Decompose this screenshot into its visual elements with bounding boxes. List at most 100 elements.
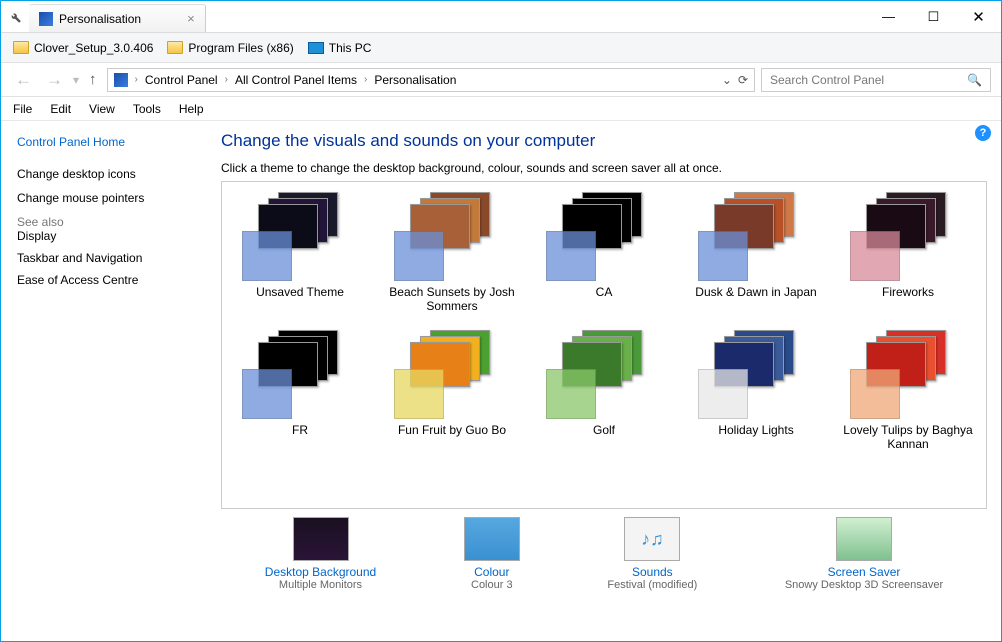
theme-item[interactable]: Lovely Tulips by Baghya Kannan <box>836 326 980 458</box>
navigation-row: ← → ▾ ↑ › Control Panel › All Control Pa… <box>1 63 1001 97</box>
sounds-setting[interactable]: ♪♫ Sounds Festival (modified) <box>607 517 697 591</box>
setting-value: Colour 3 <box>464 579 520 591</box>
bookmark-label: Program Files (x86) <box>188 41 293 55</box>
theme-name: Beach Sunsets by Josh Sommers <box>380 285 524 313</box>
back-button[interactable]: ← <box>11 70 36 90</box>
bookmark-label: Clover_Setup_3.0.406 <box>34 41 153 55</box>
setting-label: Screen Saver <box>785 565 943 579</box>
folder-icon <box>13 41 29 54</box>
theme-name: Lovely Tulips by Baghya Kannan <box>836 423 980 451</box>
wrench-icon[interactable] <box>1 1 29 32</box>
theme-thumbnail <box>228 326 372 421</box>
screensaver-icon <box>836 517 892 561</box>
minimize-button[interactable]: — <box>866 1 911 32</box>
breadcrumb[interactable]: All Control Panel Items <box>235 73 357 87</box>
folder-icon <box>167 41 183 54</box>
up-button[interactable]: ↑ <box>85 71 101 88</box>
chevron-right-icon: › <box>223 74 230 85</box>
search-placeholder: Search Control Panel <box>770 73 884 87</box>
bookmark-label: This PC <box>329 41 372 55</box>
screen-saver-setting[interactable]: Screen Saver Snowy Desktop 3D Screensave… <box>785 517 943 591</box>
theme-item[interactable]: Beach Sunsets by Josh Sommers <box>380 188 524 320</box>
theme-name: Fireworks <box>836 285 980 299</box>
content-area: Change the visuals and sounds on your co… <box>211 121 1001 641</box>
bookmark-item[interactable]: Program Files (x86) <box>167 41 293 55</box>
colour-icon <box>464 517 520 561</box>
theme-thumbnail <box>684 326 828 421</box>
theme-item[interactable]: FR <box>228 326 372 458</box>
address-bar-controls: ⌄ ⟳ <box>722 73 748 87</box>
themes-panel: Unsaved Theme Beach Sunsets by Josh Somme… <box>221 181 987 509</box>
theme-thumbnail <box>836 188 980 283</box>
breadcrumb[interactable]: Personalisation <box>374 73 456 87</box>
left-nav: Control Panel Home Change desktop icons … <box>1 121 211 641</box>
theme-item[interactable]: Fireworks <box>836 188 980 320</box>
close-button[interactable]: ✕ <box>956 1 1001 32</box>
control-panel-icon <box>39 12 53 26</box>
location-icon <box>114 73 128 87</box>
setting-value: Multiple Monitors <box>265 579 376 591</box>
theme-thumbnail <box>532 188 676 283</box>
maximize-button[interactable]: ☐ <box>911 1 956 32</box>
setting-value: Snowy Desktop 3D Screensaver <box>785 579 943 591</box>
browser-tab[interactable]: Personalisation × <box>29 4 206 32</box>
menu-view[interactable]: View <box>89 102 115 116</box>
window-controls: — ☐ ✕ <box>866 1 1001 32</box>
title-bar: Personalisation × — ☐ ✕ <box>1 1 1001 33</box>
see-also-link[interactable]: Ease of Access Centre <box>17 273 195 287</box>
forward-button: → <box>42 70 67 90</box>
theme-thumbnail <box>836 326 980 421</box>
bookmarks-bar: Clover_Setup_3.0.406 Program Files (x86)… <box>1 33 1001 63</box>
dropdown-icon[interactable]: ⌄ <box>722 73 732 87</box>
theme-item[interactable]: Golf <box>532 326 676 458</box>
address-bar[interactable]: › Control Panel › All Control Panel Item… <box>107 68 755 92</box>
menu-tools[interactable]: Tools <box>133 102 161 116</box>
colour-setting[interactable]: Colour Colour 3 <box>464 517 520 591</box>
see-also-link[interactable]: Taskbar and Navigation <box>17 251 195 265</box>
menu-bar: File Edit View Tools Help <box>1 97 1001 121</box>
theme-thumbnail <box>684 188 828 283</box>
see-also-link[interactable]: Display <box>17 229 195 243</box>
bookmark-item[interactable]: This PC <box>308 41 372 55</box>
theme-name: Unsaved Theme <box>228 285 372 299</box>
chevron-right-icon: › <box>362 74 369 85</box>
theme-item[interactable]: CA <box>532 188 676 320</box>
theme-thumbnail <box>228 188 372 283</box>
see-also-label: See also <box>17 215 64 229</box>
theme-item[interactable]: Holiday Lights <box>684 326 828 458</box>
menu-help[interactable]: Help <box>179 102 204 116</box>
menu-file[interactable]: File <box>13 102 32 116</box>
breadcrumb[interactable]: Control Panel <box>145 73 218 87</box>
setting-label: Colour <box>464 565 520 579</box>
setting-label: Sounds <box>607 565 697 579</box>
bookmark-item[interactable]: Clover_Setup_3.0.406 <box>13 41 153 55</box>
menu-edit[interactable]: Edit <box>50 102 71 116</box>
theme-item[interactable]: Dusk & Dawn in Japan <box>684 188 828 320</box>
tab-close-icon[interactable]: × <box>187 11 195 26</box>
desktop-background-setting[interactable]: Desktop Background Multiple Monitors <box>265 517 376 591</box>
chevron-right-icon: › <box>133 74 140 85</box>
theme-name: FR <box>228 423 372 437</box>
control-panel-home-link[interactable]: Control Panel Home <box>17 135 195 149</box>
sidebar-link[interactable]: Change desktop icons <box>17 167 195 181</box>
theme-item[interactable]: Unsaved Theme <box>228 188 372 320</box>
search-input[interactable]: Search Control Panel 🔍 <box>761 68 991 92</box>
theme-thumbnail <box>380 188 524 283</box>
setting-value: Festival (modified) <box>607 579 697 591</box>
settings-row: Desktop Background Multiple Monitors Col… <box>221 509 987 603</box>
refresh-icon[interactable]: ⟳ <box>738 73 748 87</box>
theme-thumbnail <box>380 326 524 421</box>
nav-separator: ▾ <box>73 73 79 87</box>
search-icon: 🔍 <box>967 73 982 87</box>
theme-item[interactable]: Fun Fruit by Guo Bo <box>380 326 524 458</box>
tab-title: Personalisation <box>59 12 141 26</box>
desktop-background-icon <box>293 517 349 561</box>
help-icon[interactable]: ? <box>975 125 991 141</box>
theme-name: Fun Fruit by Guo Bo <box>380 423 524 437</box>
sounds-icon: ♪♫ <box>624 517 680 561</box>
sidebar-link[interactable]: Change mouse pointers <box>17 191 195 205</box>
page-heading: Change the visuals and sounds on your co… <box>221 131 987 151</box>
main-area: ? Control Panel Home Change desktop icon… <box>1 121 1001 641</box>
themes-grid[interactable]: Unsaved Theme Beach Sunsets by Josh Somme… <box>222 182 986 508</box>
theme-thumbnail <box>532 326 676 421</box>
